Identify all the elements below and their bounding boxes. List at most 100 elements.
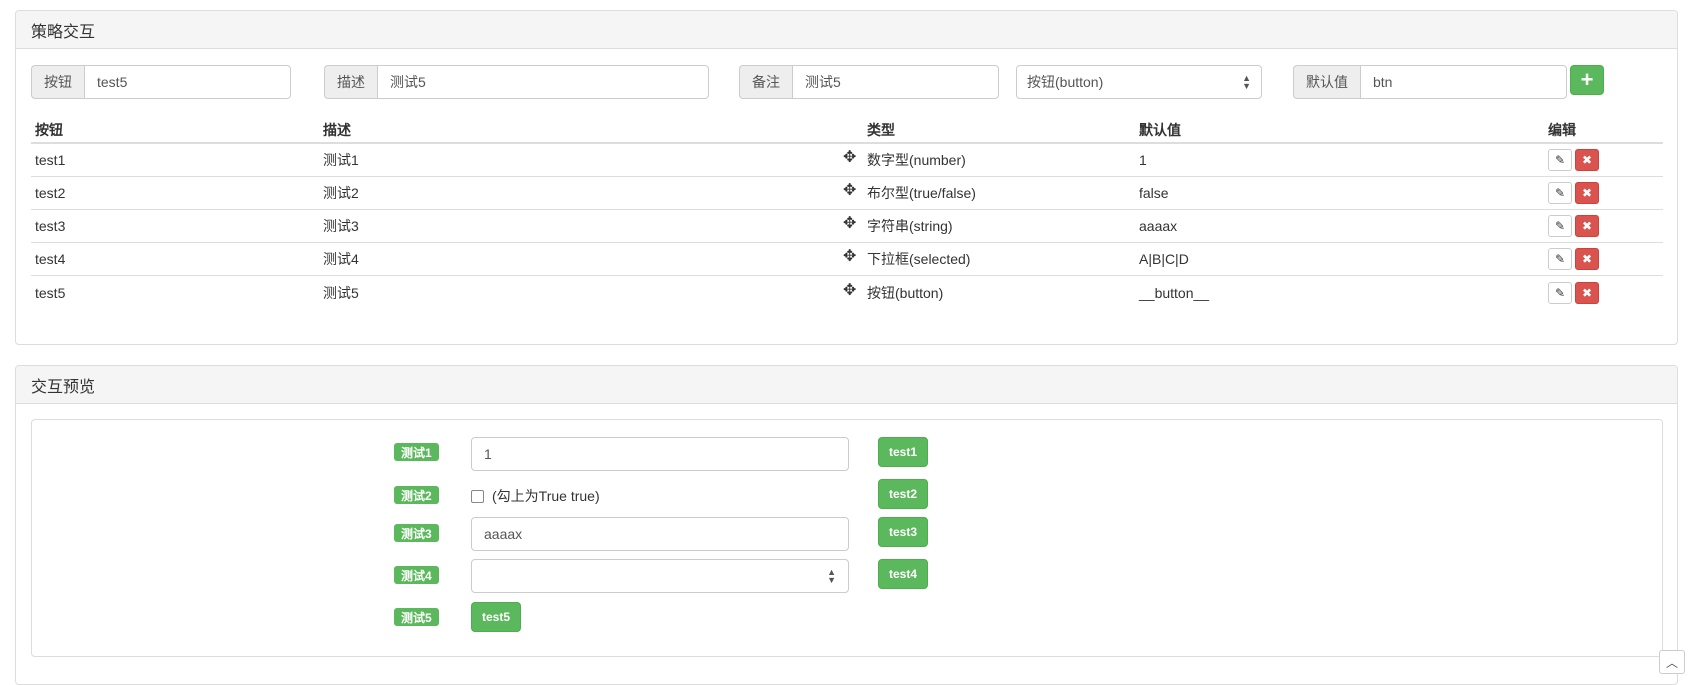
note-group: 备注: [739, 65, 999, 99]
preview-label-4: 测试4: [394, 566, 439, 584]
button-name-addon: 按钮: [31, 65, 84, 99]
preview-button-5[interactable]: test5: [471, 602, 522, 632]
cell-button: test1: [35, 152, 66, 168]
pencil-icon: ✎: [1554, 252, 1566, 266]
preview-label-2: 测试2: [394, 486, 439, 504]
default-addon: 默认值: [1293, 65, 1360, 99]
cell-button: test3: [35, 218, 66, 234]
cell-desc: 测试3: [323, 218, 359, 234]
cell-desc: 测试4: [323, 251, 359, 267]
preview-panel: 交互预览 测试1 1 test1 测试2 (勾上为True true) test…: [15, 365, 1678, 685]
edit-button[interactable]: ✎: [1548, 215, 1572, 237]
select-arrows-icon: ▲ ▼: [827, 567, 836, 585]
delete-button[interactable]: ✖: [1575, 248, 1599, 270]
cell-button: test5: [35, 284, 66, 301]
delete-button[interactable]: ✖: [1575, 281, 1599, 304]
table-row: test5 测试5 ✥ 按钮(button) __button__ ✎ ✖: [31, 276, 1663, 309]
preview-button-3[interactable]: test3: [878, 517, 929, 547]
add-button[interactable]: +: [1570, 65, 1604, 95]
preview-panel-title: 交互预览: [16, 366, 1677, 404]
pencil-icon: ✎: [1554, 219, 1566, 233]
plus-icon: +: [1580, 67, 1594, 92]
preview-label-1: 测试1: [394, 443, 439, 461]
cell-default: false: [1139, 185, 1169, 201]
move-icon[interactable]: ✥: [843, 141, 856, 173]
edit-button[interactable]: ✎: [1548, 281, 1572, 304]
desc-input[interactable]: [377, 65, 709, 99]
params-table: 按钮 描述 类型 默认值 编辑 test1 测试1 ✥ 数字型(number) …: [31, 118, 1663, 309]
preview-box: 测试1 1 test1 测试2 (勾上为True true) test2 测试3…: [31, 419, 1663, 657]
select-arrows-icon: ▲ ▼: [1242, 73, 1251, 91]
table-row: test3 测试3 ✥ 字符串(string) aaaax ✎ ✖: [31, 210, 1663, 243]
chevron-up-icon: ︿: [1665, 655, 1678, 670]
preview-label-5: 测试5: [394, 608, 439, 626]
move-icon[interactable]: ✥: [843, 240, 856, 272]
header-default: 默认值: [1139, 122, 1181, 138]
note-addon: 备注: [739, 65, 792, 99]
cell-default: __button__: [1139, 284, 1210, 301]
type-select-value: 按钮(button): [1027, 74, 1104, 90]
checkbox-icon[interactable]: [471, 489, 484, 503]
edit-button[interactable]: ✎: [1548, 149, 1572, 171]
cell-type: 字符串(string): [867, 218, 953, 234]
scroll-top-button[interactable]: ︿: [1659, 650, 1685, 674]
type-select[interactable]: 按钮(button) ▲ ▼: [1016, 65, 1262, 99]
preview-input-3-value: aaaax: [484, 526, 523, 542]
preview-checkbox-2-text: (勾上为True true): [492, 488, 600, 504]
preview-select-4[interactable]: ▲ ▼: [471, 559, 849, 593]
cell-type: 按钮(button): [867, 284, 944, 301]
edit-button[interactable]: ✎: [1548, 182, 1572, 204]
cell-desc: 测试5: [323, 284, 359, 301]
preview-input-1-value: 1: [484, 446, 492, 462]
cell-button: test2: [35, 185, 66, 201]
move-icon[interactable]: ✥: [843, 273, 856, 306]
default-group: 默认值: [1293, 65, 1567, 99]
preview-button-1[interactable]: test1: [878, 437, 929, 467]
table-row: test1 测试1 ✥ 数字型(number) 1 ✎ ✖: [31, 144, 1663, 177]
row-actions: ✎ ✖: [1548, 210, 1602, 242]
preview-button-4[interactable]: test4: [878, 559, 929, 589]
preview-input-1[interactable]: 1: [471, 437, 849, 471]
preview-input-3[interactable]: aaaax: [471, 517, 849, 551]
edit-button[interactable]: ✎: [1548, 248, 1572, 270]
close-icon: ✖: [1581, 252, 1593, 266]
delete-button[interactable]: ✖: [1575, 182, 1599, 204]
cell-type: 数字型(number): [867, 152, 966, 168]
cell-default: 1: [1139, 152, 1147, 168]
cell-type: 下拉框(selected): [867, 251, 971, 267]
cell-default: aaaax: [1139, 218, 1178, 234]
strategy-panel-title: 策略交互: [16, 11, 1677, 49]
close-icon: ✖: [1581, 186, 1593, 200]
desc-group: 描述: [324, 65, 709, 99]
header-type: 类型: [867, 122, 895, 138]
row-actions: ✎ ✖: [1548, 276, 1602, 309]
preview-button-2[interactable]: test2: [878, 479, 929, 509]
close-icon: ✖: [1581, 285, 1593, 300]
row-actions: ✎ ✖: [1548, 243, 1602, 275]
table-row: test4 测试4 ✥ 下拉框(selected) A|B|C|D ✎ ✖: [31, 243, 1663, 276]
pencil-icon: ✎: [1554, 285, 1566, 300]
header-button: 按钮: [35, 122, 63, 138]
note-input[interactable]: [792, 65, 999, 99]
header-edit: 编辑: [1548, 122, 1576, 138]
strategy-panel: 策略交互 按钮 描述 备注 按钮(button) ▲▼ 默认值 + 按钮 描述: [15, 10, 1678, 345]
preview-label-3: 测试3: [394, 524, 439, 542]
default-input[interactable]: [1360, 65, 1567, 99]
table-row: test2 测试2 ✥ 布尔型(true/false) false ✎ ✖: [31, 177, 1663, 210]
preview-checkbox-2[interactable]: (勾上为True true): [471, 486, 600, 506]
move-icon[interactable]: ✥: [843, 207, 856, 239]
cell-default: A|B|C|D: [1139, 251, 1189, 267]
button-name-input[interactable]: [84, 65, 291, 99]
close-icon: ✖: [1581, 219, 1593, 233]
add-param-form: 按钮 描述 备注 按钮(button) ▲▼ 默认值 +: [31, 65, 1662, 99]
cell-button: test4: [35, 251, 66, 267]
pencil-icon: ✎: [1554, 153, 1566, 167]
row-actions: ✎ ✖: [1548, 144, 1602, 176]
row-actions: ✎ ✖: [1548, 177, 1602, 209]
cell-type: 布尔型(true/false): [867, 185, 976, 201]
move-icon[interactable]: ✥: [843, 174, 856, 206]
delete-button[interactable]: ✖: [1575, 215, 1599, 237]
close-icon: ✖: [1581, 153, 1593, 167]
cell-desc: 测试2: [323, 185, 359, 201]
delete-button[interactable]: ✖: [1575, 149, 1599, 171]
